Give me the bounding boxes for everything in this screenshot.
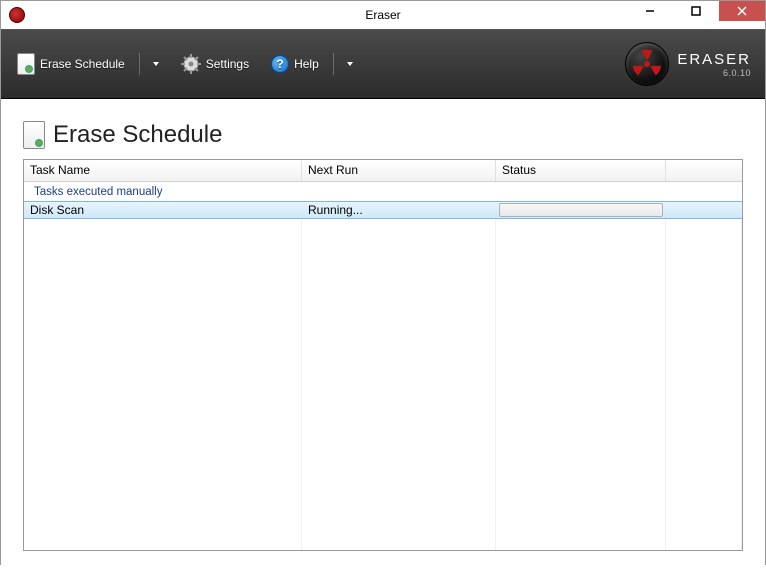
erase-schedule-label: Erase Schedule [40,57,125,71]
maximize-button[interactable] [673,1,719,21]
content-area: Erase Schedule Task Name Next Run Status… [1,99,765,569]
group-header-manual[interactable]: Tasks executed manually [24,182,742,201]
column-header-task-name[interactable]: Task Name [24,160,302,181]
table-row[interactable]: Disk Scan Running... [24,201,742,219]
document-icon [23,121,45,149]
settings-button[interactable]: Settings [179,50,251,78]
erase-schedule-dropdown[interactable] [150,58,161,70]
separator [139,53,140,75]
column-header-status[interactable]: Status [496,160,666,181]
page-title: Erase Schedule [53,121,222,149]
window-title: Eraser [365,8,400,22]
page-header: Erase Schedule [23,121,743,149]
separator [333,53,334,75]
cell-task-name: Disk Scan [24,202,302,218]
column-header-end[interactable] [666,160,742,181]
brand-name: ERASER [677,51,751,68]
column-header-next-run[interactable]: Next Run [302,160,496,181]
erase-schedule-button[interactable]: Erase Schedule [15,49,127,79]
schedule-listview: Task Name Next Run Status Tasks executed… [23,159,743,551]
chevron-down-icon [153,62,159,66]
help-label: Help [294,57,319,71]
settings-label: Settings [206,57,249,71]
listview-body[interactable]: Tasks executed manually Disk Scan Runnin… [24,182,742,550]
cell-status [496,202,666,218]
brand-area: ERASER 6.0.10 [625,42,751,86]
progress-bar [499,203,663,217]
minimize-button[interactable] [627,1,673,21]
document-icon [17,53,35,75]
toolbar-group: Erase Schedule Settings [15,49,355,79]
listview-header: Task Name Next Run Status [24,160,742,182]
app-icon [9,7,25,23]
chevron-down-icon [347,62,353,66]
cell-next-run: Running... [302,202,496,218]
help-dropdown[interactable] [344,58,355,70]
window-controls [627,1,765,21]
close-button[interactable] [719,1,765,21]
help-icon: ? [271,55,289,73]
help-button[interactable]: ? Help [269,51,321,77]
brand-version: 6.0.10 [677,68,751,78]
gear-icon [181,54,201,74]
title-bar: Eraser [1,1,765,29]
main-toolbar: Erase Schedule Settings [1,29,765,99]
eraser-logo [625,42,669,86]
